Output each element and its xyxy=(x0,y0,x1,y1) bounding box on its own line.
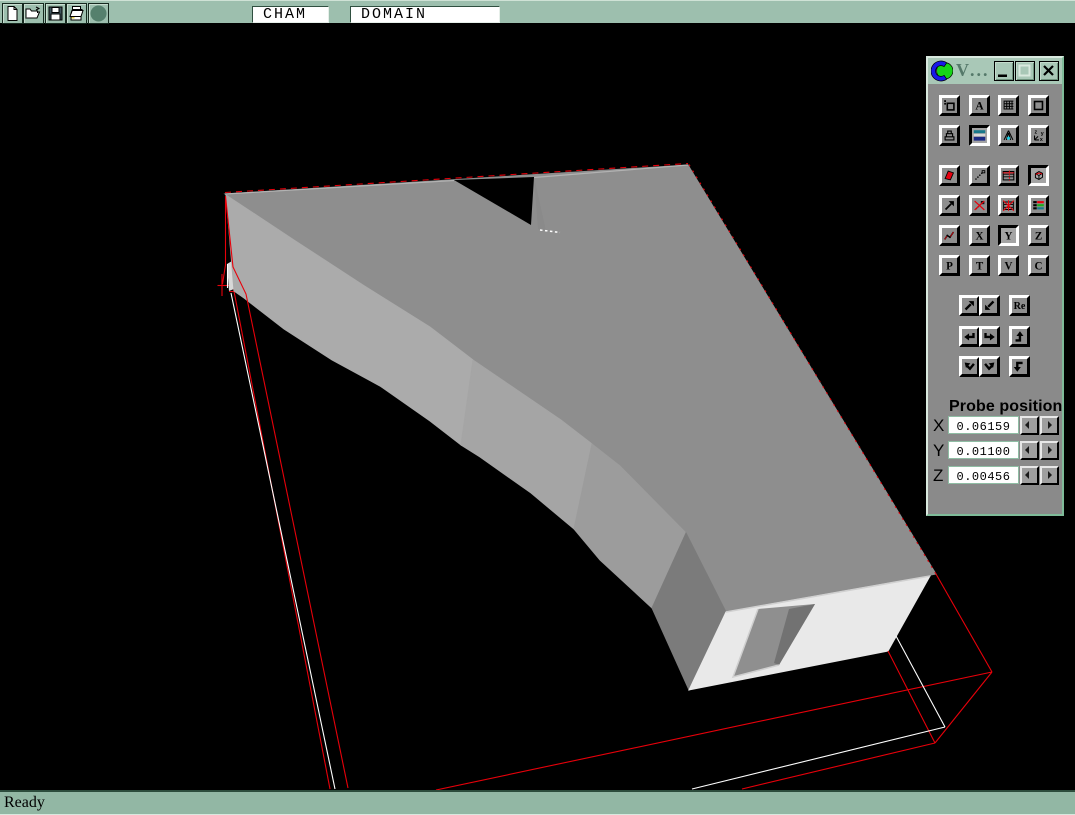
svg-text:P: P xyxy=(946,260,953,272)
svg-text:Z: Z xyxy=(1035,230,1042,242)
svg-text:V: V xyxy=(1005,260,1013,272)
svg-text:C: C xyxy=(1035,260,1043,272)
svg-text:y: y xyxy=(1041,131,1044,137)
svg-text:Re: Re xyxy=(1014,301,1026,312)
svg-text:z: z xyxy=(1035,130,1038,136)
svg-text:X: X xyxy=(976,230,984,242)
svg-text:T: T xyxy=(976,260,984,272)
svg-text:x: x xyxy=(1040,137,1043,143)
svg-text:Y: Y xyxy=(1005,230,1013,242)
svg-text:A: A xyxy=(975,100,984,112)
